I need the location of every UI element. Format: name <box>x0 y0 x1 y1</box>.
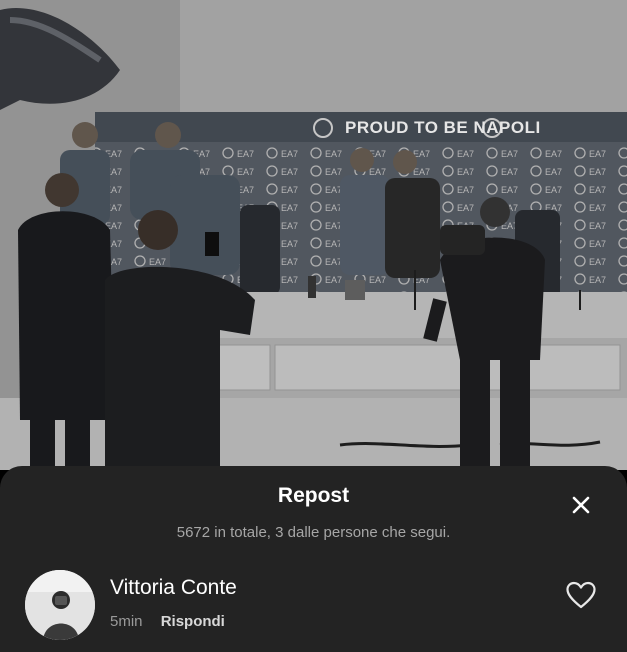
video-frame[interactable]: EA7 <box>0 0 627 470</box>
reply-button[interactable]: Rispondi <box>161 613 225 630</box>
heart-outline-icon <box>566 581 596 609</box>
timestamp: 5min <box>110 613 143 630</box>
close-button[interactable] <box>566 490 596 520</box>
avatar-photo <box>25 570 95 640</box>
avatar[interactable] <box>25 570 95 640</box>
repost-user-row[interactable]: Vittoria Conte 5min Rispondi <box>0 566 627 646</box>
repost-sheet: Repost 5672 in totale, 3 dalle persone c… <box>0 466 627 652</box>
sheet-title: Repost <box>277 484 350 507</box>
backdrop-slogan: PROUD TO BE NAPOLI <box>345 118 541 137</box>
comment-meta: 5min Rispondi <box>110 613 225 630</box>
press-conference-scene: EA7 <box>0 0 627 470</box>
username[interactable]: Vittoria Conte <box>110 576 237 600</box>
repost-count-summary: 5672 in totale, 3 dalle persone che segu… <box>176 524 451 541</box>
close-icon <box>572 496 590 514</box>
like-button[interactable] <box>565 580 597 610</box>
